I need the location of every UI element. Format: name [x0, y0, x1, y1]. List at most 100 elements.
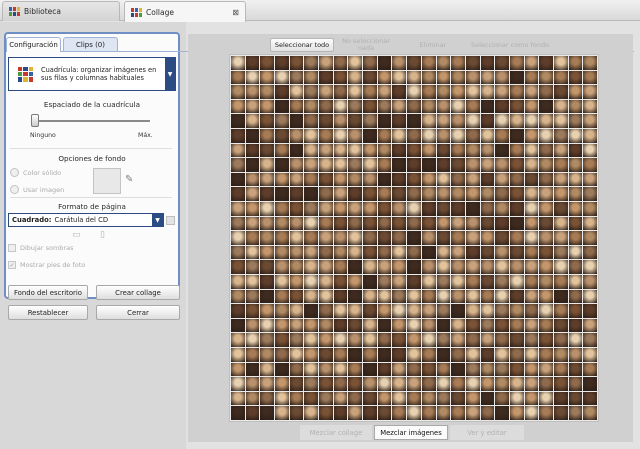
- photo-thumbnail[interactable]: [231, 56, 245, 70]
- photo-thumbnail[interactable]: [275, 289, 289, 304]
- photo-thumbnail[interactable]: [260, 172, 275, 187]
- photo-thumbnail[interactable]: [583, 406, 597, 420]
- photo-thumbnail[interactable]: [539, 333, 553, 347]
- photo-thumbnail[interactable]: [231, 158, 245, 172]
- photo-thumbnail[interactable]: [539, 260, 553, 274]
- photo-thumbnail[interactable]: [333, 172, 348, 187]
- photo-thumbnail[interactable]: [524, 245, 539, 260]
- photo-thumbnail[interactable]: [451, 114, 465, 128]
- photo-thumbnail[interactable]: [245, 158, 260, 172]
- photo-thumbnail[interactable]: [363, 318, 377, 333]
- photo-thumbnail[interactable]: [231, 129, 245, 143]
- photo-thumbnail[interactable]: [289, 187, 304, 201]
- photo-thumbnail[interactable]: [524, 391, 539, 406]
- photo-thumbnail[interactable]: [524, 231, 539, 245]
- photo-thumbnail[interactable]: [509, 187, 524, 201]
- photo-thumbnail[interactable]: [275, 143, 289, 158]
- photo-thumbnail[interactable]: [480, 172, 495, 187]
- photo-thumbnail[interactable]: [392, 304, 407, 318]
- photo-thumbnail[interactable]: [319, 172, 333, 187]
- chevron-down-icon[interactable]: ▼: [165, 58, 175, 90]
- photo-thumbnail[interactable]: [524, 318, 539, 333]
- photo-thumbnail[interactable]: [260, 362, 275, 377]
- photo-thumbnail[interactable]: [509, 158, 524, 172]
- photo-thumbnail[interactable]: [524, 70, 539, 85]
- photo-thumbnail[interactable]: [363, 406, 377, 420]
- photo-thumbnail[interactable]: [451, 289, 465, 304]
- photo-thumbnail[interactable]: [260, 143, 275, 158]
- photo-thumbnail[interactable]: [451, 304, 465, 318]
- photo-thumbnail[interactable]: [289, 129, 304, 143]
- photo-thumbnail[interactable]: [495, 158, 509, 172]
- photo-thumbnail[interactable]: [231, 143, 245, 158]
- photo-thumbnail[interactable]: [407, 202, 421, 216]
- delete-button[interactable]: Eliminar: [398, 38, 468, 52]
- photo-thumbnail[interactable]: [333, 260, 348, 274]
- photo-thumbnail[interactable]: [436, 99, 451, 114]
- photo-thumbnail[interactable]: [289, 406, 304, 420]
- photo-thumbnail[interactable]: [539, 114, 553, 128]
- photo-thumbnail[interactable]: [245, 304, 260, 318]
- photo-thumbnail[interactable]: [568, 85, 583, 99]
- photo-thumbnail[interactable]: [421, 245, 436, 260]
- photo-thumbnail[interactable]: [539, 362, 553, 377]
- photo-thumbnail[interactable]: [260, 129, 275, 143]
- photo-thumbnail[interactable]: [553, 231, 568, 245]
- photo-thumbnail[interactable]: [289, 85, 304, 99]
- photo-thumbnail[interactable]: [524, 275, 539, 289]
- photo-thumbnail[interactable]: [363, 333, 377, 347]
- photo-thumbnail[interactable]: [583, 377, 597, 391]
- photo-thumbnail[interactable]: [539, 377, 553, 391]
- photo-thumbnail[interactable]: [260, 245, 275, 260]
- photo-thumbnail[interactable]: [407, 70, 421, 85]
- photo-thumbnail[interactable]: [553, 362, 568, 377]
- photo-thumbnail[interactable]: [436, 143, 451, 158]
- photo-thumbnail[interactable]: [553, 99, 568, 114]
- photo-thumbnail[interactable]: [421, 172, 436, 187]
- photo-thumbnail[interactable]: [377, 216, 392, 231]
- photo-thumbnail[interactable]: [231, 260, 245, 274]
- photo-thumbnail[interactable]: [231, 114, 245, 128]
- photo-thumbnail[interactable]: [421, 289, 436, 304]
- photo-thumbnail[interactable]: [495, 56, 509, 70]
- photo-thumbnail[interactable]: [275, 70, 289, 85]
- create-collage-button[interactable]: Crear collage: [96, 285, 180, 300]
- photo-thumbnail[interactable]: [363, 70, 377, 85]
- photo-thumbnail[interactable]: [539, 231, 553, 245]
- photo-thumbnail[interactable]: [583, 260, 597, 274]
- photo-thumbnail[interactable]: [333, 70, 348, 85]
- photo-thumbnail[interactable]: [553, 304, 568, 318]
- photo-thumbnail[interactable]: [304, 391, 319, 406]
- photo-thumbnail[interactable]: [319, 143, 333, 158]
- photo-thumbnail[interactable]: [289, 275, 304, 289]
- photo-thumbnail[interactable]: [333, 275, 348, 289]
- photo-thumbnail[interactable]: [509, 85, 524, 99]
- photo-thumbnail[interactable]: [319, 377, 333, 391]
- photo-thumbnail[interactable]: [319, 245, 333, 260]
- photo-thumbnail[interactable]: [583, 70, 597, 85]
- photo-thumbnail[interactable]: [583, 231, 597, 245]
- photo-thumbnail[interactable]: [260, 289, 275, 304]
- photo-thumbnail[interactable]: [319, 304, 333, 318]
- photo-thumbnail[interactable]: [524, 216, 539, 231]
- photo-thumbnail[interactable]: [275, 391, 289, 406]
- photo-thumbnail[interactable]: [333, 245, 348, 260]
- photo-thumbnail[interactable]: [348, 99, 363, 114]
- photo-thumbnail[interactable]: [333, 129, 348, 143]
- photo-thumbnail[interactable]: [421, 231, 436, 245]
- photo-thumbnail[interactable]: [509, 318, 524, 333]
- photo-thumbnail[interactable]: [407, 333, 421, 347]
- photo-thumbnail[interactable]: [495, 231, 509, 245]
- photo-thumbnail[interactable]: [348, 289, 363, 304]
- photo-thumbnail[interactable]: [348, 216, 363, 231]
- photo-thumbnail[interactable]: [260, 275, 275, 289]
- photo-thumbnail[interactable]: [304, 85, 319, 99]
- photo-thumbnail[interactable]: [363, 260, 377, 274]
- photo-thumbnail[interactable]: [333, 99, 348, 114]
- photo-thumbnail[interactable]: [275, 377, 289, 391]
- photo-thumbnail[interactable]: [348, 158, 363, 172]
- photo-thumbnail[interactable]: [524, 99, 539, 114]
- photo-thumbnail[interactable]: [553, 172, 568, 187]
- photo-thumbnail[interactable]: [231, 275, 245, 289]
- photo-thumbnail[interactable]: [436, 158, 451, 172]
